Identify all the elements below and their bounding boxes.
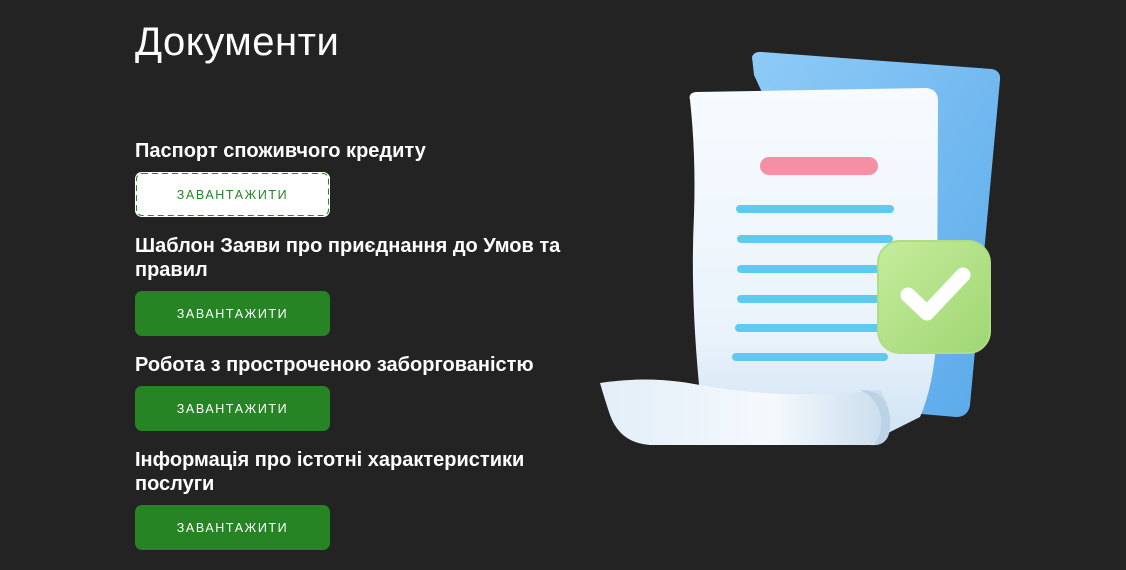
documents-page: Документи Паспорт споживчого кредиту ЗАВ… — [0, 0, 1126, 570]
document-item-application-template: Шаблон Заяви про приєднання до Умов та п… — [135, 234, 605, 336]
document-check-icon — [600, 51, 1001, 446]
download-button[interactable]: ЗАВАНТАЖИТИ — [135, 386, 330, 431]
document-item-service-characteristics: Інформація про істотні характеристики по… — [135, 448, 605, 550]
document-title: Паспорт споживчого кредиту — [135, 140, 426, 162]
document-title: Інформація про істотні характеристики по… — [135, 449, 525, 495]
download-button[interactable]: ЗАВАНТАЖИТИ — [135, 291, 330, 336]
download-button[interactable]: ЗАВАНТАЖИТИ — [135, 505, 330, 550]
document-title: Шаблон Заяви про приєднання до Умов та п… — [135, 235, 561, 281]
document-item-consumer-credit-passport: Паспорт споживчого кредиту ЗАВАНТАЖИТИ — [135, 139, 605, 217]
document-title: Робота з простроченою заборгованістю — [135, 354, 534, 376]
document-item-overdue-debt: Робота з простроченою заборгованістю ЗАВ… — [135, 353, 605, 431]
page-title: Документи — [135, 20, 340, 64]
download-button[interactable]: ЗАВАНТАЖИТИ — [135, 172, 330, 217]
